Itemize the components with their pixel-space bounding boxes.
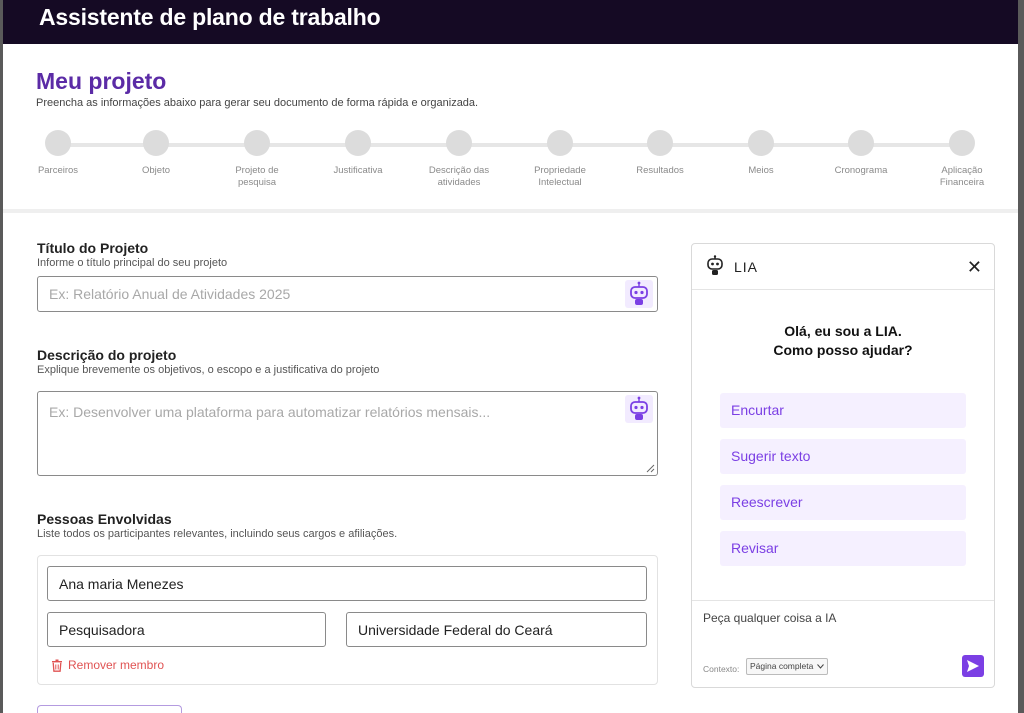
remove-member-button[interactable]: Remover membro: [51, 658, 164, 672]
section-divider: [3, 209, 1018, 213]
step-dot: [45, 130, 71, 156]
step-propriedade-intelectual[interactable]: Propriedade Intelectual: [520, 130, 600, 189]
step-label: Aplicação Financeira: [939, 165, 985, 188]
step-parceiros[interactable]: Parceiros: [18, 130, 98, 177]
step-label: Descrição das atividades: [428, 165, 490, 188]
step-projeto-de-pesquisa[interactable]: Projeto de pesquisa: [217, 130, 297, 189]
member-name-input[interactable]: Ana maria Menezes: [47, 566, 647, 601]
encurtar-button[interactable]: Encurtar: [720, 393, 966, 428]
step-label: Resultados: [636, 165, 684, 176]
step-dot: [748, 130, 774, 156]
robot-icon[interactable]: [625, 395, 653, 423]
step-dot: [547, 130, 573, 156]
step-aplicacao-financeira[interactable]: Aplicação Financeira: [922, 130, 1002, 189]
resize-handle-icon[interactable]: [645, 463, 655, 473]
progress-stepper: Parceiros Objeto Projeto de pesquisa Jus…: [3, 130, 1018, 190]
context-select[interactable]: Página completa: [746, 658, 828, 675]
descricao-textarea[interactable]: Ex: Desenvolver uma plataforma para auto…: [37, 391, 658, 476]
step-label: Propriedade Intelectual: [534, 165, 586, 188]
step-objeto[interactable]: Objeto: [116, 130, 196, 177]
lia-greeting-line2: Como posso ajudar?: [773, 342, 913, 358]
trash-icon: [52, 659, 62, 672]
page-title: Meu projeto: [36, 68, 167, 94]
step-label: Projeto de pesquisa: [235, 165, 279, 188]
step-label: Justificativa: [333, 165, 383, 176]
step-label: Objeto: [142, 165, 170, 176]
robot-icon: [707, 255, 723, 275]
member-card: Ana maria Menezes Pesquisadora Universid…: [37, 555, 658, 685]
robot-icon[interactable]: [625, 280, 653, 308]
titulo-input[interactable]: Ex: Relatório Anual de Atividades 2025: [37, 276, 658, 312]
app-title: Assistente de plano de trabalho: [39, 4, 381, 30]
main-page: Meu projeto Preencha as informações abai…: [3, 44, 1018, 713]
sugerir-texto-button[interactable]: Sugerir texto: [720, 439, 966, 474]
send-icon: [967, 660, 979, 672]
step-meios[interactable]: Meios: [721, 130, 801, 177]
lia-greeting: Olá, eu sou a LIA. Como posso ajudar?: [692, 322, 994, 360]
titulo-placeholder: Ex: Relatório Anual de Atividades 2025: [49, 286, 291, 302]
descricao-placeholder: Ex: Desenvolver uma plataforma para auto…: [49, 404, 491, 420]
step-dot: [949, 130, 975, 156]
member-affiliation-value: Universidade Federal do Ceará: [358, 622, 553, 638]
app-header: Assistente de plano de trabalho: [3, 0, 1018, 44]
context-value: Página completa: [750, 661, 814, 671]
remove-member-label: Remover membro: [68, 658, 165, 672]
lia-input-area: Peça qualquer coisa a IA Contexto: Págin…: [692, 600, 994, 688]
step-dot: [345, 130, 371, 156]
step-resultados[interactable]: Resultados: [620, 130, 700, 177]
step-dot: [446, 130, 472, 156]
page-subtitle: Preencha as informações abaixo para gera…: [36, 97, 479, 109]
lia-assistant-panel: LIA ✕ Olá, eu sou a LIA. Como posso ajud…: [691, 243, 995, 688]
pessoas-label: Pessoas Envolvidas: [37, 511, 172, 527]
lia-ask-input[interactable]: Peça qualquer coisa a IA: [703, 611, 836, 625]
step-label: Parceiros: [37, 165, 79, 176]
step-label: Meios: [748, 165, 774, 176]
descricao-help: Explique brevemente os objetivos, o esco…: [37, 364, 380, 376]
pessoas-help: Liste todos os participantes relevantes,…: [37, 528, 398, 540]
step-descricao-atividades[interactable]: Descrição das atividades: [419, 130, 499, 189]
lia-title: LIA: [734, 259, 759, 275]
step-label: Cronograma: [834, 165, 888, 176]
revisar-button[interactable]: Revisar: [720, 531, 966, 566]
step-cronograma[interactable]: Cronograma: [821, 130, 901, 177]
step-dot: [647, 130, 673, 156]
titulo-label: Título do Projeto: [37, 240, 149, 256]
member-role-input[interactable]: Pesquisadora: [47, 612, 326, 647]
reescrever-button[interactable]: Reescrever: [720, 485, 966, 520]
step-justificativa[interactable]: Justificativa: [318, 130, 398, 177]
member-name-value: Ana maria Menezes: [59, 576, 184, 592]
step-dot: [143, 130, 169, 156]
lia-header: LIA ✕: [692, 244, 994, 290]
send-button[interactable]: [962, 655, 984, 677]
context-label: Contexto:: [703, 664, 740, 674]
member-role-value: Pesquisadora: [59, 622, 145, 638]
descricao-label: Descrição do projeto: [37, 347, 177, 363]
step-dot: [848, 130, 874, 156]
lia-greeting-line1: Olá, eu sou a LIA.: [784, 323, 902, 339]
add-member-button[interactable]: [37, 705, 182, 713]
member-affiliation-input[interactable]: Universidade Federal do Ceará: [346, 612, 647, 647]
step-dot: [244, 130, 270, 156]
close-icon[interactable]: ✕: [967, 257, 982, 278]
chevron-down-icon: [817, 664, 824, 669]
titulo-help: Informe o título principal do seu projet…: [37, 257, 228, 269]
